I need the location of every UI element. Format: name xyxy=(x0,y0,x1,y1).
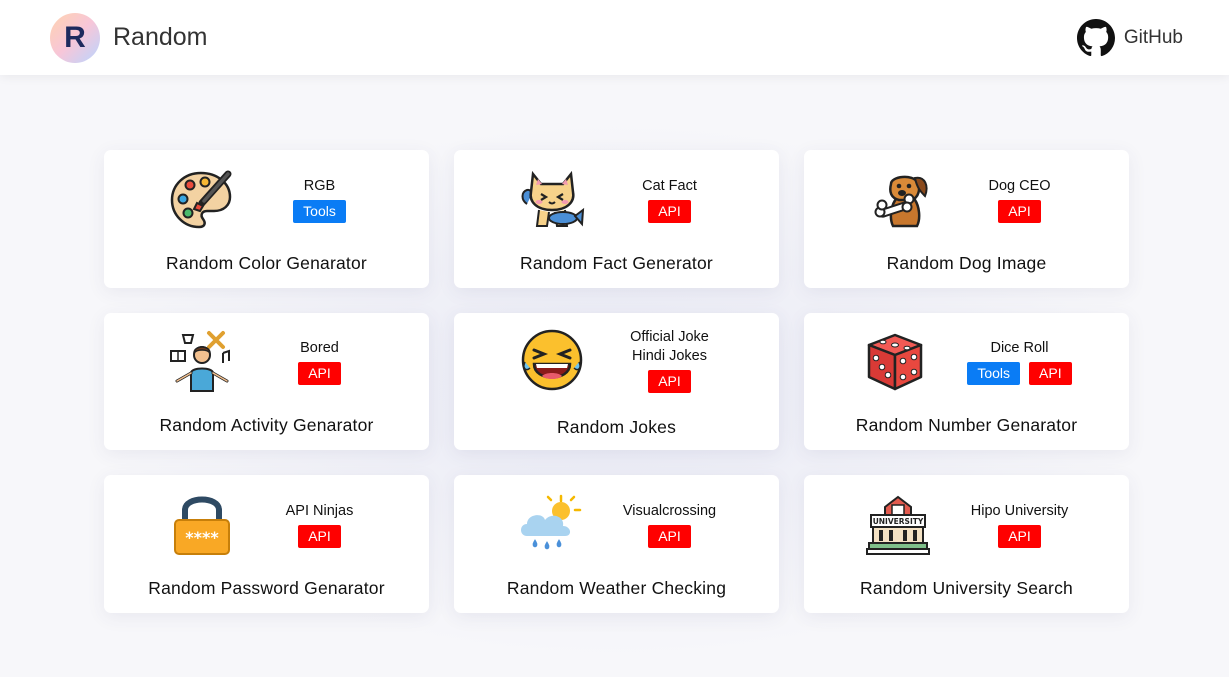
card-title: Random Color Genarator xyxy=(166,252,367,273)
card-title: Random Activity Genarator xyxy=(159,415,374,435)
tool-grid: RGB Tools Random Color Genarator Cat Fac… xyxy=(104,150,1129,613)
card-source: RGB xyxy=(303,177,336,194)
weather-cloud-icon xyxy=(517,492,583,558)
card-title: Random Number Genarator xyxy=(855,415,1078,435)
api-badge: API xyxy=(998,199,1041,223)
card-source: API Ninjas xyxy=(285,502,354,519)
svg-text:****: **** xyxy=(185,528,219,547)
card-title: Random Dog Image xyxy=(886,252,1047,273)
card-title: Random Jokes xyxy=(556,417,677,437)
api-badge: API xyxy=(998,524,1041,548)
university-icon: UNIVERSITY xyxy=(865,492,931,558)
card-title: Random Password Genarator xyxy=(148,577,385,598)
api-badge: API xyxy=(648,369,691,393)
card-source: Visualcrossing xyxy=(622,502,717,519)
api-badge: API xyxy=(298,524,341,548)
card-random-color[interactable]: RGB Tools Random Color Genarator xyxy=(104,150,429,288)
padlock-icon: **** xyxy=(169,492,235,558)
card-random-jokes[interactable]: Official Joke Hindi Jokes API Random Jok… xyxy=(454,313,779,450)
card-random-dog[interactable]: Dog CEO API Random Dog Image xyxy=(804,150,1129,288)
cat-icon xyxy=(519,167,585,233)
card-random-activity[interactable]: Bored API Random Activity Genarator xyxy=(104,313,429,450)
palette-icon xyxy=(169,167,235,233)
laughing-emoji-icon xyxy=(519,327,585,393)
card-random-weather[interactable]: Visualcrossing API Random Weather Checki… xyxy=(454,475,779,613)
api-badge: API xyxy=(648,199,691,223)
tools-badge: Tools xyxy=(293,199,346,223)
card-random-fact[interactable]: Cat Fact API Random Fact Generator xyxy=(454,150,779,288)
card-random-number[interactable]: Dice Roll Tools API Random Number Genara… xyxy=(804,313,1129,450)
api-badge: API xyxy=(648,524,691,548)
card-source: Dice Roll xyxy=(990,340,1049,356)
tools-badge: Tools xyxy=(967,362,1021,385)
card-source: Dog CEO xyxy=(988,177,1051,194)
card-source: Bored xyxy=(300,340,339,356)
github-label: GitHub xyxy=(1123,26,1183,48)
api-badge: API xyxy=(1029,362,1072,385)
card-source: Official Joke xyxy=(630,328,709,345)
api-badge: API xyxy=(298,362,341,385)
github-link[interactable]: GitHub xyxy=(1076,18,1183,57)
card-title: Random University Search xyxy=(860,577,1073,598)
activity-person-icon xyxy=(169,329,235,395)
university-icon-text: UNIVERSITY xyxy=(872,517,923,526)
card-title: Random Weather Checking xyxy=(506,577,727,598)
brand-link[interactable]: R Random xyxy=(50,12,208,63)
navbar: R Random GitHub xyxy=(0,0,1229,75)
card-source: Hindi Jokes xyxy=(632,347,707,364)
card-title: Random Fact Generator xyxy=(520,252,713,273)
card-source: Hipo University xyxy=(970,502,1069,519)
brand-logo: R xyxy=(50,12,100,63)
brand-name: Random xyxy=(113,23,208,51)
card-random-university[interactable]: UNIVERSITY Hipo University API Random Un… xyxy=(804,475,1129,613)
dog-icon xyxy=(869,167,935,233)
dice-icon xyxy=(861,329,927,395)
card-random-password[interactable]: **** API Ninjas API Random Password Gena… xyxy=(104,475,429,613)
card-source: Cat Fact xyxy=(642,177,697,194)
github-icon xyxy=(1076,18,1115,56)
